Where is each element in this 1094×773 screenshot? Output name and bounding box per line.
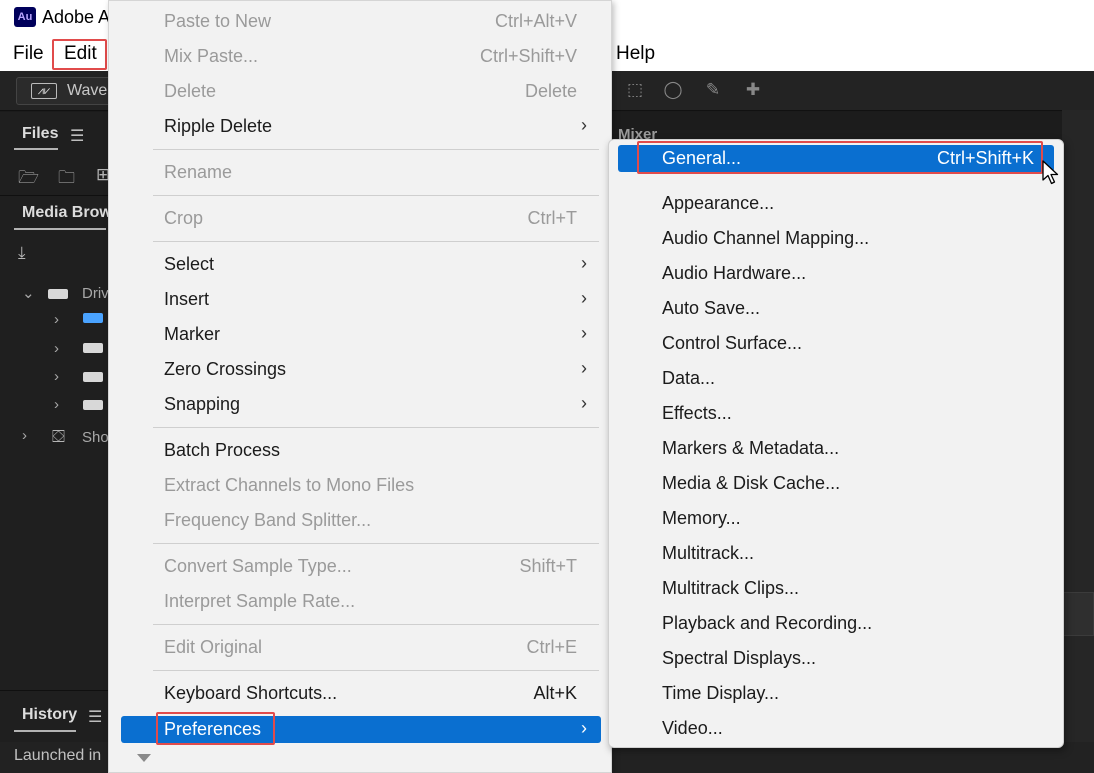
mouse-pointer-icon [1042,160,1059,185]
submenu-item-time-display[interactable]: Time Display... [609,679,1063,709]
menu-separator [153,624,599,625]
menu-separator [153,149,599,150]
audition-app-icon: Au [14,7,36,27]
right-panel-strip [1062,110,1094,773]
history-panel-menu-icon[interactable]: ☰ [88,707,102,727]
status-text: Launched in [14,747,102,764]
drive-icon [83,400,103,410]
submenu-item-audio-channel-mapping[interactable]: Audio Channel Mapping... [609,224,1063,254]
submenu-item-multitrack-clips[interactable]: Multitrack Clips... [609,574,1063,604]
submenu-item-effects[interactable]: Effects... [609,399,1063,429]
panel-divider [0,690,108,691]
scroll-down-arrow-icon[interactable] [137,754,151,762]
submenu-item-markers-metadata[interactable]: Markers & Metadata... [609,434,1063,464]
chevron-right-icon: › [581,358,587,378]
edit-menu-highlight [52,39,107,70]
files-panel-menu-icon[interactable]: ☰ [70,126,84,146]
drive-expand-icon[interactable]: › [54,368,59,385]
history-tab-underline [14,730,76,732]
menu-item-mix-paste[interactable]: Mix Paste... Ctrl+Shift+V [109,42,611,72]
panel-divider [0,195,108,196]
lasso-tool-icon[interactable]: ◯ [662,80,684,100]
drive-icon [83,343,103,353]
chevron-right-icon: › [581,253,587,273]
submenu-item-multitrack[interactable]: Multitrack... [609,539,1063,569]
menu-item-delete[interactable]: Delete Delete [109,77,611,107]
drive-expand-icon[interactable]: › [54,340,59,357]
menu-item-ripple-delete[interactable]: Ripple Delete › [109,112,611,142]
menu-separator [153,427,599,428]
media-browser-tab[interactable]: Media Brow [22,204,112,222]
chevron-right-icon: › [581,115,587,135]
menu-separator [153,543,599,544]
drive-expand-icon[interactable]: › [54,396,59,413]
download-icon[interactable]: ⤓ [18,243,26,263]
files-tab[interactable]: Files [22,125,58,143]
preferences-submenu: General... Ctrl+Shift+K Appearance... Au… [608,139,1064,748]
system-drive-icon [83,313,103,323]
history-tab[interactable]: History [22,706,77,724]
menu-item-marker[interactable]: Marker › [109,320,611,350]
chevron-right-icon: › [581,288,587,308]
drive-icon [83,372,103,382]
open-folder-icon[interactable]: 🗁 [18,165,39,194]
submenu-item-auto-save[interactable]: Auto Save... [609,294,1063,324]
menu-separator [153,670,599,671]
menu-item-frequency-band-splitter[interactable]: Frequency Band Splitter... [109,506,611,536]
chevron-right-icon: › [581,323,587,343]
submenu-item-spectral-displays[interactable]: Spectral Displays... [609,644,1063,674]
menu-item-keyboard-shortcuts[interactable]: Keyboard Shortcuts... Alt+K [109,679,611,709]
waveform-button-label: Wave [67,82,108,99]
submenu-item-playback-recording[interactable]: Playback and Recording... [609,609,1063,639]
submenu-item-appearance[interactable]: Appearance... [609,189,1063,219]
chevron-right-icon: › [581,718,587,738]
shortcut-icon: ⛋ [52,427,65,446]
menu-item-select[interactable]: Select › [109,250,611,280]
submenu-item-video[interactable]: Video... [609,714,1063,744]
menu-item-interpret-sample-rate[interactable]: Interpret Sample Rate... [109,587,611,617]
brush-tool-icon[interactable]: ✎ [702,80,724,100]
shortcuts-label: Sho [82,429,109,446]
files-tab-underline [14,148,58,150]
submenu-item-data[interactable]: Data... [609,364,1063,394]
menu-item-batch-process[interactable]: Batch Process [109,436,611,466]
edit-menu-dropdown: Paste to New Ctrl+Alt+V Mix Paste... Ctr… [108,0,612,773]
menu-item-zero-crossings[interactable]: Zero Crossings › [109,355,611,385]
drive-expand-icon[interactable]: › [54,311,59,328]
menu-item-paste-to-new[interactable]: Paste to New Ctrl+Alt+V [109,7,611,37]
marquee-tool-icon[interactable]: ⬚ [624,80,646,100]
menu-item-rename[interactable]: Rename [109,158,611,188]
menu-help[interactable]: Help [616,43,655,65]
menu-separator [153,195,599,196]
general-highlight [637,141,1043,174]
menu-item-convert-sample-type[interactable]: Convert Sample Type... Shift+T [109,552,611,582]
shortcuts-expand-icon[interactable]: › [22,427,27,444]
menu-item-edit-original[interactable]: Edit Original Ctrl+E [109,633,611,663]
import-file-icon[interactable]: 🗀 [58,165,75,194]
right-panel-control[interactable] [1062,592,1094,636]
waveform-icon: ⩘⩗ [31,83,57,99]
chevron-right-icon: › [581,393,587,413]
submenu-item-control-surface[interactable]: Control Surface... [609,329,1063,359]
drive-icon [48,289,68,299]
preferences-highlight [156,712,275,745]
media-browser-tab-underline [14,228,106,230]
spot-healing-tool-icon[interactable]: ✚ [742,80,764,100]
menu-file[interactable]: File [13,43,44,65]
submenu-item-media-disk-cache[interactable]: Media & Disk Cache... [609,469,1063,499]
menu-item-insert[interactable]: Insert › [109,285,611,315]
submenu-item-memory[interactable]: Memory... [609,504,1063,534]
menu-item-crop[interactable]: Crop Ctrl+T [109,204,611,234]
drives-label: Driv [82,285,109,302]
menu-item-extract-channels[interactable]: Extract Channels to Mono Files [109,471,611,501]
submenu-item-audio-hardware[interactable]: Audio Hardware... [609,259,1063,289]
window-title: Adobe A [42,7,111,27]
menu-separator [153,241,599,242]
menu-item-snapping[interactable]: Snapping › [109,390,611,420]
drives-expand-icon[interactable]: ⌄ [22,284,35,302]
